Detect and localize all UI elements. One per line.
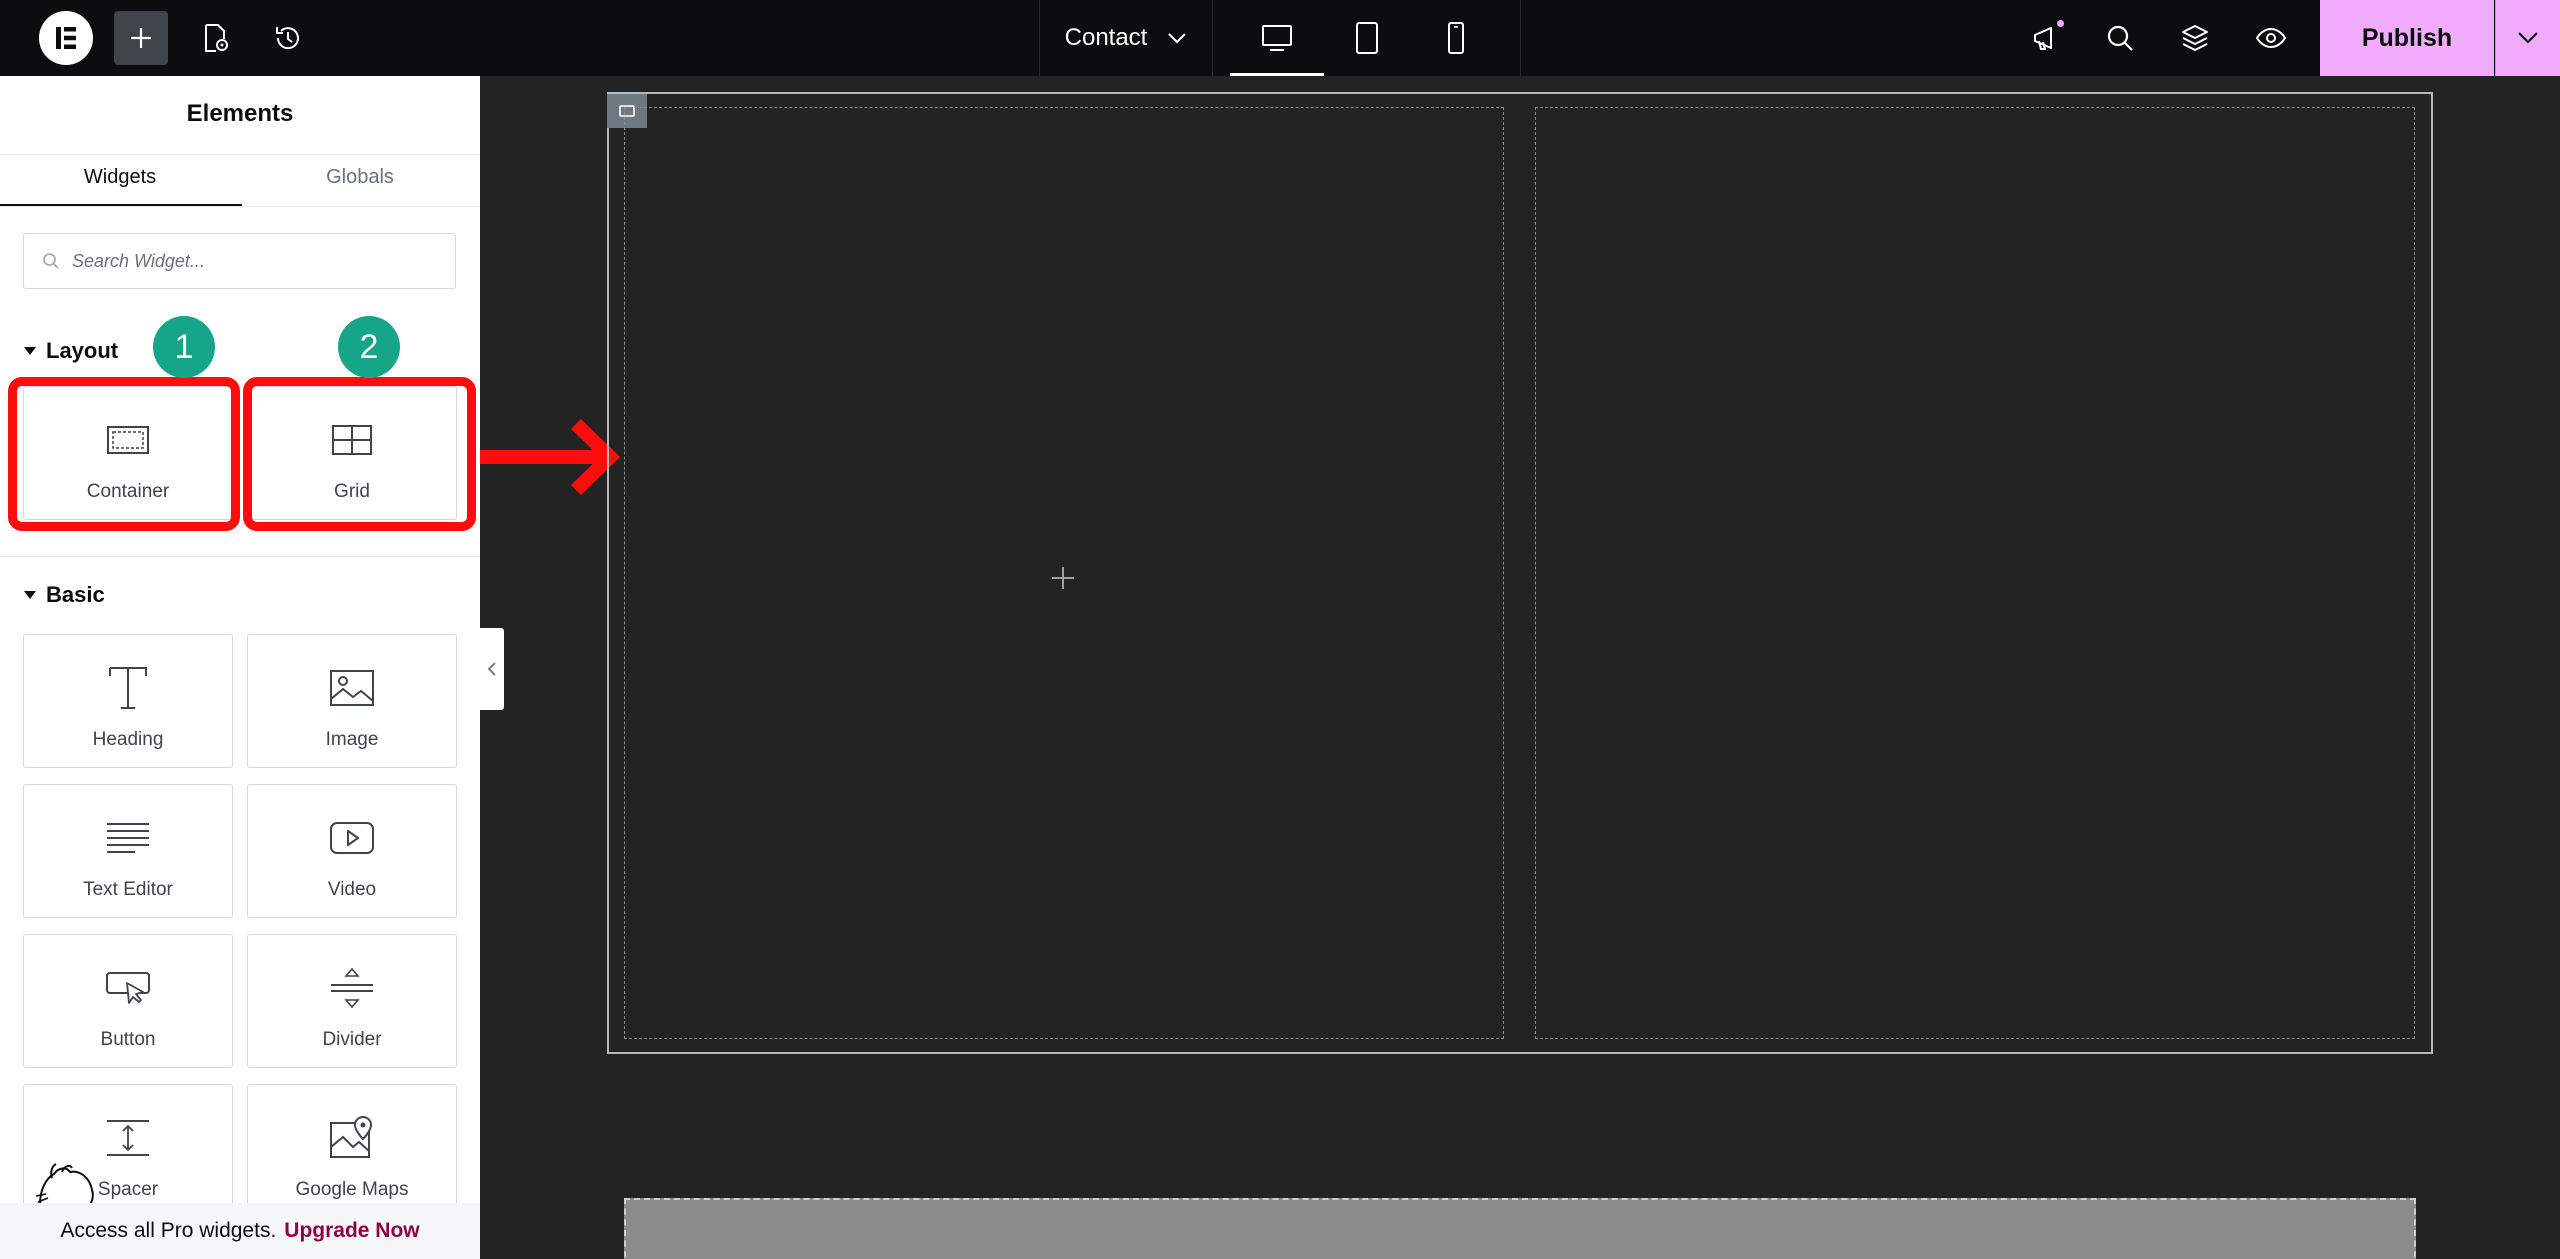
category-layout-title: Layout: [46, 338, 119, 363]
caret-down-icon: [24, 591, 36, 599]
video-icon: [327, 813, 377, 863]
category-basic-toggle[interactable]: Basic: [24, 582, 105, 608]
widget-label: Button: [100, 1029, 156, 1050]
category-divider: [0, 556, 480, 557]
chevron-left-icon: [487, 662, 496, 676]
widget-text-editor[interactable]: Text Editor: [23, 784, 233, 918]
image-icon: [327, 663, 377, 713]
add-element-button[interactable]: [114, 11, 168, 65]
widget-button[interactable]: Button: [23, 934, 233, 1068]
panel-title: Elements: [186, 100, 294, 127]
annotation-badge-1: 1: [153, 316, 215, 378]
topbar-divider: [1212, 0, 1213, 76]
widget-search: [23, 233, 456, 289]
panel-header-divider: [0, 154, 480, 155]
pro-banner-text: Access all Pro widgets.: [60, 1219, 277, 1242]
spacer-icon: [103, 1113, 153, 1163]
plus-icon: [131, 28, 151, 48]
publish-options-button[interactable]: [2495, 0, 2560, 76]
next-section-placeholder: [624, 1198, 2416, 1259]
mascot-icon: [35, 1163, 94, 1205]
notifications-button[interactable]: [2024, 16, 2068, 60]
search-icon: [43, 253, 59, 269]
tab-widgets[interactable]: Widgets: [0, 166, 240, 189]
category-layout-toggle[interactable]: Layout: [24, 338, 118, 364]
widget-label: Heading: [92, 729, 164, 750]
desktop-view-button[interactable]: [1230, 14, 1324, 76]
page-name: Contact: [1064, 24, 1148, 51]
widget-label: Video: [327, 879, 377, 900]
widget-label: Google Maps: [295, 1179, 409, 1200]
text-editor-icon: [103, 813, 153, 863]
widget-heading[interactable]: Heading: [23, 634, 233, 768]
annotation-highlight-container: [8, 377, 240, 531]
desktop-icon: [1262, 25, 1292, 51]
annotation-badge-2: 2: [338, 316, 400, 378]
container-column-right[interactable]: [1535, 107, 2415, 1039]
pro-widgets-banner: Access all Pro widgets. Upgrade Now: [0, 1203, 480, 1259]
mobile-view-button[interactable]: [1431, 14, 1481, 62]
widget-label: Spacer: [97, 1179, 159, 1200]
divider-icon: [327, 963, 377, 1013]
topbar-divider: [1520, 0, 1521, 76]
add-element-plus-icon[interactable]: [1050, 556, 1076, 601]
widget-label: Text Editor: [83, 879, 173, 900]
category-basic-title: Basic: [46, 582, 105, 607]
elementor-logo-button[interactable]: [38, 11, 94, 65]
chevron-down-icon: [2518, 32, 2538, 44]
page-select-dropdown[interactable]: Contact: [1040, 0, 1212, 76]
tabs-divider: [0, 206, 480, 207]
widget-label: Image: [325, 729, 379, 750]
mobile-icon: [1448, 22, 1464, 54]
upgrade-now-link[interactable]: Upgrade Now: [284, 1219, 419, 1243]
annotation-highlight-grid: [243, 377, 476, 531]
chevron-down-icon: [1168, 33, 1187, 44]
tab-globals[interactable]: Globals: [240, 166, 480, 189]
panel-collapse-button[interactable]: [480, 628, 504, 710]
top-bar: Contact Publish: [0, 0, 2560, 76]
search-button[interactable]: [2098, 16, 2142, 60]
history-icon: [276, 27, 299, 50]
widget-image[interactable]: Image: [247, 634, 457, 768]
widget-label: Divider: [322, 1029, 382, 1050]
eye-icon: [2255, 27, 2287, 49]
page-settings-button[interactable]: [196, 18, 236, 58]
tablet-icon: [1356, 22, 1378, 54]
widget-video[interactable]: Video: [247, 784, 457, 918]
search-icon: [2107, 25, 2133, 51]
publish-label: Publish: [2361, 23, 2453, 52]
google-maps-icon: [327, 1113, 377, 1163]
page-settings-icon: [205, 24, 228, 52]
elementor-logo-icon: [39, 11, 93, 65]
notification-dot: [2055, 18, 2066, 29]
structure-button[interactable]: [2173, 16, 2217, 60]
heading-icon: [103, 663, 153, 713]
tablet-view-button[interactable]: [1342, 14, 1392, 62]
publish-button[interactable]: Publish: [2320, 0, 2494, 76]
elements-panel: Elements Widgets Globals Layout Containe…: [0, 76, 480, 1259]
layers-icon: [2182, 25, 2208, 51]
widget-google-maps[interactable]: Google Maps: [247, 1084, 457, 1218]
history-button[interactable]: [268, 18, 308, 58]
caret-down-icon: [24, 347, 36, 355]
button-icon: [103, 963, 153, 1013]
preview-button[interactable]: [2249, 16, 2293, 60]
widget-divider[interactable]: Divider: [247, 934, 457, 1068]
search-widget-input[interactable]: [72, 250, 452, 272]
